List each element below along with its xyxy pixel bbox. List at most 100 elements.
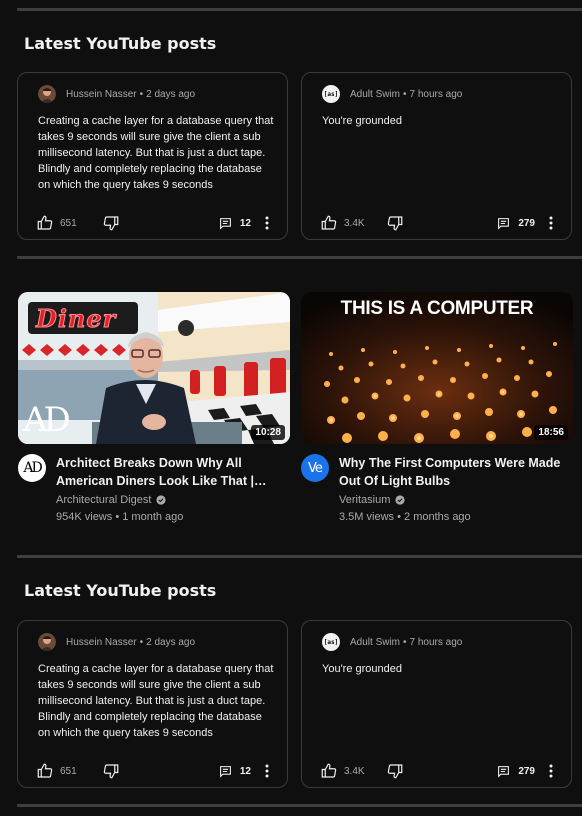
post-author[interactable]: Adult Swim bbox=[350, 637, 400, 648]
post-card-hussein[interactable]: Hussein Nasser • 2 days ago Creating a cac… bbox=[17, 620, 288, 788]
verified-icon bbox=[156, 495, 166, 505]
video-views: 954K views bbox=[56, 511, 113, 523]
comment-count: 12 bbox=[239, 217, 251, 229]
like-button[interactable]: 3.4K bbox=[320, 212, 365, 234]
video-age: 1 month ago bbox=[122, 511, 184, 523]
separator-dot: • bbox=[115, 511, 120, 523]
post-header: Hussein Nasser • 2 days ago bbox=[38, 85, 195, 103]
comment-button[interactable]: 279 bbox=[497, 760, 535, 782]
video-meta: 954K views • 1 month ago bbox=[56, 511, 183, 523]
video-views: 3.5M views bbox=[339, 511, 395, 523]
like-button[interactable]: 651 bbox=[36, 212, 77, 234]
thumb-down-icon bbox=[387, 216, 403, 231]
thumb-up-icon bbox=[37, 763, 53, 778]
post-text[interactable]: Creating a cache layer for a database qu… bbox=[38, 113, 274, 193]
thumb-down-icon bbox=[387, 764, 403, 779]
post-author[interactable]: Hussein Nasser bbox=[66, 89, 137, 100]
comment-icon bbox=[219, 765, 231, 778]
avatar[interactable] bbox=[38, 633, 56, 651]
verified-icon bbox=[395, 495, 405, 505]
post-text[interactable]: You're grounded bbox=[322, 113, 558, 129]
comment-count: 12 bbox=[239, 765, 251, 777]
comment-button[interactable]: 279 bbox=[497, 212, 535, 234]
post-card-adult-swim[interactable]: [as] Adult Swim • 7 hours ago You're groun… bbox=[301, 72, 572, 240]
comment-icon bbox=[498, 765, 510, 778]
video-card-diner[interactable]: Diner AD 10:28 AD Architect Breaks Down … bbox=[18, 292, 290, 523]
video-thumbnail[interactable]: THIS IS A COMPUTER 18:56 bbox=[301, 292, 573, 444]
post-age: 2 days ago bbox=[146, 88, 196, 100]
dislike-button[interactable] bbox=[102, 760, 120, 782]
video-channel: Veritasium bbox=[339, 494, 405, 506]
thumb-up-icon bbox=[321, 763, 337, 778]
like-button[interactable]: 3.4K bbox=[320, 760, 365, 782]
post-text[interactable]: Creating a cache layer for a database qu… bbox=[38, 661, 274, 741]
avatar[interactable]: [as] bbox=[322, 85, 340, 103]
post-actions: 3.4K 279 bbox=[320, 212, 561, 234]
dislike-button[interactable] bbox=[102, 212, 120, 234]
post-text[interactable]: You're grounded bbox=[322, 661, 558, 677]
separator-dot: • bbox=[397, 511, 401, 523]
video-card-light-bulbs[interactable]: THIS IS A COMPUTER 18:56 Ve Why The Firs… bbox=[301, 292, 573, 523]
like-count: 3.4K bbox=[344, 765, 365, 777]
separator-dot: • bbox=[403, 636, 407, 648]
post-age: 7 hours ago bbox=[409, 636, 463, 648]
more-vert-icon bbox=[265, 216, 269, 230]
avatar-logo: [as] bbox=[323, 90, 339, 98]
post-card-adult-swim[interactable]: [as] Adult Swim • 7 hours ago You're groun… bbox=[301, 620, 572, 788]
section-divider bbox=[17, 555, 582, 558]
more-options-button[interactable] bbox=[541, 760, 561, 782]
post-author[interactable]: Hussein Nasser bbox=[66, 637, 137, 648]
avatar[interactable] bbox=[38, 85, 56, 103]
dislike-button[interactable] bbox=[386, 760, 404, 782]
post-card-hussein[interactable]: Hussein Nasser • 2 days ago Creating a cac… bbox=[17, 72, 288, 240]
post-author-line: Hussein Nasser • 2 days ago bbox=[66, 89, 195, 100]
channel-name[interactable]: Architectural Digest bbox=[56, 494, 151, 506]
thumb-down-icon bbox=[103, 764, 119, 779]
post-author-line: Adult Swim • 7 hours ago bbox=[350, 89, 462, 100]
thumbnail-logo: AD bbox=[23, 400, 71, 440]
separator-dot: • bbox=[403, 88, 407, 100]
section-divider bbox=[17, 8, 582, 11]
more-options-button[interactable] bbox=[257, 760, 277, 782]
dislike-button[interactable] bbox=[386, 212, 404, 234]
post-age: 2 days ago bbox=[146, 636, 196, 648]
channel-avatar[interactable]: Ve bbox=[301, 454, 329, 482]
comment-button[interactable]: 12 bbox=[219, 212, 251, 234]
video-age: 2 months ago bbox=[404, 511, 471, 523]
more-options-button[interactable] bbox=[257, 212, 277, 234]
video-duration: 10:28 bbox=[251, 425, 285, 440]
channel-avatar-logo: Ve bbox=[308, 460, 323, 476]
channel-avatar-logo: AD bbox=[23, 460, 42, 476]
more-options-button[interactable] bbox=[541, 212, 561, 234]
thumbnail-caption: THIS IS A COMPUTER bbox=[340, 298, 534, 319]
channel-name[interactable]: Veritasium bbox=[339, 494, 390, 506]
comment-icon bbox=[219, 217, 231, 230]
avatar[interactable]: [as] bbox=[322, 633, 340, 651]
comment-button[interactable]: 12 bbox=[219, 760, 251, 782]
post-author-line: Adult Swim • 7 hours ago bbox=[350, 637, 462, 648]
video-thumbnail[interactable]: Diner AD 10:28 bbox=[18, 292, 290, 444]
video-meta: 3.5M views • 2 months ago bbox=[339, 511, 471, 523]
post-author[interactable]: Adult Swim bbox=[350, 89, 400, 100]
like-count: 651 bbox=[60, 217, 77, 229]
thumb-up-icon bbox=[37, 215, 53, 230]
more-vert-icon bbox=[265, 764, 269, 778]
post-actions: 3.4K 279 bbox=[320, 760, 561, 782]
post-header: [as] Adult Swim • 7 hours ago bbox=[322, 633, 462, 651]
channel-avatar[interactable]: AD bbox=[18, 454, 46, 482]
separator-dot: • bbox=[139, 88, 144, 100]
like-button[interactable]: 651 bbox=[36, 760, 77, 782]
video-title[interactable]: Why The First Computers Were Made Out Of… bbox=[339, 454, 571, 490]
post-author-line: Hussein Nasser • 2 days ago bbox=[66, 637, 195, 648]
like-count: 3.4K bbox=[344, 217, 365, 229]
video-channel: Architectural Digest bbox=[56, 494, 166, 506]
comment-count: 279 bbox=[518, 765, 535, 777]
video-title[interactable]: Architect Breaks Down Why All American D… bbox=[56, 454, 288, 490]
separator-dot: • bbox=[139, 636, 144, 648]
avatar-logo: [as] bbox=[323, 638, 339, 646]
video-duration: 18:56 bbox=[534, 425, 568, 440]
thumb-down-icon bbox=[103, 216, 119, 231]
like-count: 651 bbox=[60, 765, 77, 777]
post-header: Hussein Nasser • 2 days ago bbox=[38, 633, 195, 651]
comment-icon bbox=[498, 217, 510, 230]
